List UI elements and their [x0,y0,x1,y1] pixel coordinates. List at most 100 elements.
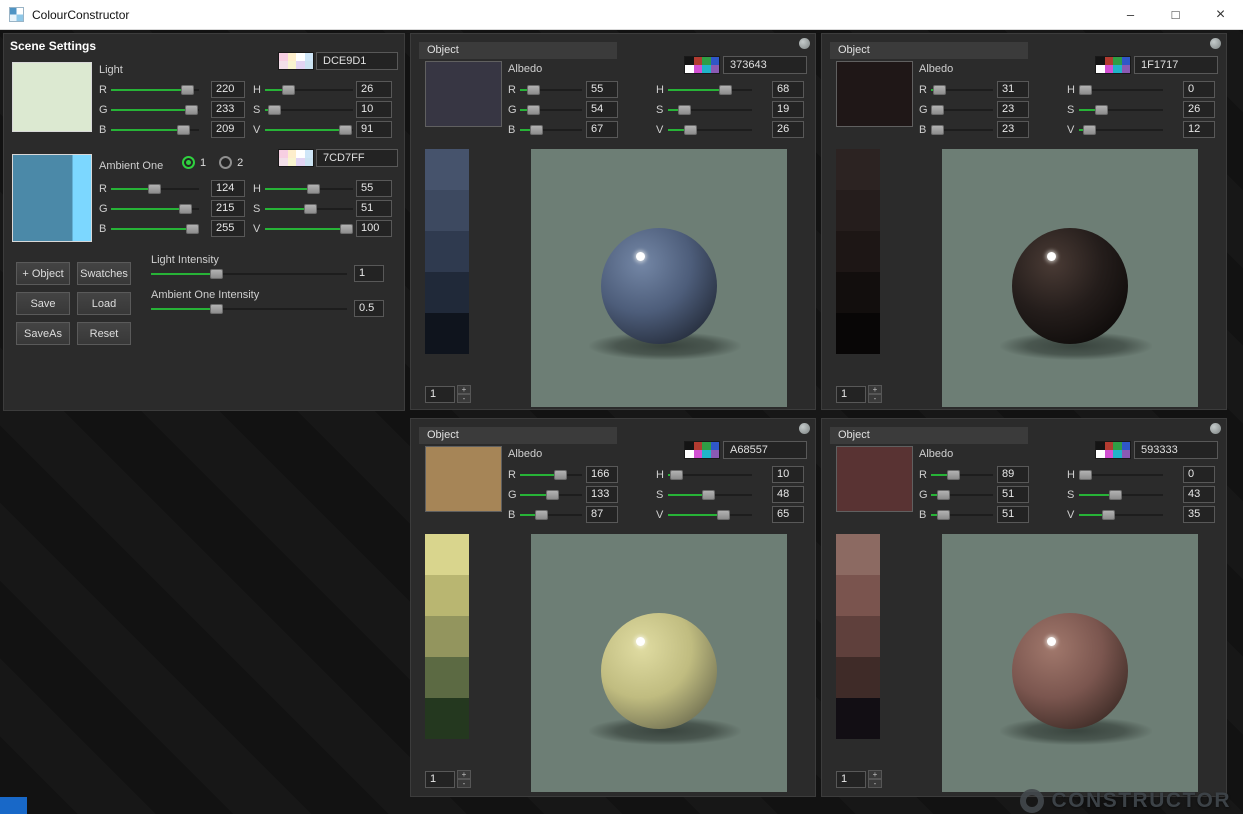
albedo-v-value[interactable]: 26 [772,121,804,138]
titlebar[interactable]: ColourConstructor – □ × [0,0,1243,30]
ambient-v-value[interactable]: 100 [356,220,392,237]
albedo-g-slider[interactable] [520,103,582,117]
light-b-value[interactable]: 209 [211,121,245,138]
light-g-value[interactable]: 233 [211,101,245,118]
panel-indicator-circle[interactable] [1210,423,1221,434]
slider-thumb[interactable] [684,125,697,135]
ambient-color-swatch[interactable] [12,154,92,242]
albedo-palette-icon[interactable] [684,441,720,459]
scale-decrement-button[interactable]: - [457,779,471,788]
slider-thumb[interactable] [1095,105,1108,115]
slider-thumb[interactable] [1079,85,1092,95]
shade-swatch[interactable] [836,698,880,739]
shade-swatch[interactable] [836,272,880,313]
shade-swatch[interactable] [425,575,469,616]
panel-indicator-circle[interactable] [1210,38,1221,49]
shade-swatch[interactable] [425,534,469,575]
albedo-hex-value[interactable]: 1F1717 [1134,56,1218,74]
slider-thumb[interactable] [702,490,715,500]
ambient-r-slider[interactable] [111,182,199,196]
albedo-s-slider[interactable] [1079,103,1163,117]
shade-swatch[interactable] [425,616,469,657]
albedo-g-value[interactable]: 54 [586,101,618,118]
slider-thumb[interactable] [717,510,730,520]
scale-value[interactable]: 1 [425,386,455,403]
light-palette-icon[interactable] [278,52,314,70]
light-color-swatch[interactable] [12,62,92,132]
ambient-intensity-value[interactable]: 0.5 [354,300,384,317]
slider-thumb[interactable] [546,490,559,500]
albedo-v-value[interactable]: 35 [1183,506,1215,523]
albedo-s-value[interactable]: 26 [1183,101,1215,118]
ambient-b-slider[interactable] [111,222,199,236]
ambient-v-slider[interactable] [265,222,353,236]
slider-thumb[interactable] [210,269,223,279]
albedo-v-slider[interactable] [1079,508,1163,522]
slider-thumb[interactable] [186,224,199,234]
albedo-palette-icon[interactable] [1095,56,1131,74]
albedo-r-slider[interactable] [931,468,993,482]
slider-thumb[interactable] [554,470,567,480]
slider-thumb[interactable] [527,105,540,115]
albedo-b-slider[interactable] [520,508,582,522]
slider-thumb[interactable] [177,125,190,135]
albedo-b-value[interactable]: 87 [586,506,618,523]
slider-thumb[interactable] [937,510,950,520]
light-h-value[interactable]: 26 [356,81,392,98]
shade-swatch[interactable] [425,657,469,698]
slider-thumb[interactable] [1102,510,1115,520]
albedo-s-value[interactable]: 48 [772,486,804,503]
ambient-s-value[interactable]: 51 [356,200,392,217]
scale-decrement-button[interactable]: - [868,394,882,403]
shade-swatch[interactable] [836,575,880,616]
albedo-h-value[interactable]: 0 [1183,81,1215,98]
albedo-b-value[interactable]: 67 [586,121,618,138]
shade-swatch[interactable] [836,657,880,698]
albedo-palette-icon[interactable] [684,56,720,74]
shade-swatch[interactable] [836,149,880,190]
albedo-h-value[interactable]: 0 [1183,466,1215,483]
albedo-r-value[interactable]: 166 [586,466,618,483]
albedo-swatch[interactable] [836,61,913,127]
shade-swatch[interactable] [836,231,880,272]
saveas-button[interactable]: SaveAs [16,322,70,345]
albedo-g-value[interactable]: 51 [997,486,1029,503]
albedo-r-value[interactable]: 89 [997,466,1029,483]
shade-swatch[interactable] [425,149,469,190]
slider-thumb[interactable] [210,304,223,314]
slider-thumb[interactable] [535,510,548,520]
slider-thumb[interactable] [148,184,161,194]
shade-swatch[interactable] [425,698,469,739]
ambient-radio-1[interactable] [182,156,195,169]
save-button[interactable]: Save [16,292,70,315]
slider-thumb[interactable] [181,85,194,95]
albedo-swatch[interactable] [425,446,502,512]
slider-thumb[interactable] [268,105,281,115]
albedo-swatch[interactable] [836,446,913,512]
albedo-s-slider[interactable] [668,488,752,502]
albedo-swatch[interactable] [425,61,502,127]
ambient-hex-value[interactable]: 7CD7FF [316,149,398,167]
reset-button[interactable]: Reset [77,322,131,345]
albedo-b-slider[interactable] [520,123,582,137]
albedo-h-slider[interactable] [1079,468,1163,482]
albedo-b-slider[interactable] [931,123,993,137]
albedo-hex-value[interactable]: A68557 [723,441,807,459]
scale-increment-button[interactable]: + [457,385,471,394]
minimize-button[interactable]: – [1108,0,1153,29]
shade-swatch[interactable] [425,190,469,231]
albedo-v-slider[interactable] [668,123,752,137]
albedo-v-value[interactable]: 65 [772,506,804,523]
ambient-b-value[interactable]: 255 [211,220,245,237]
slider-thumb[interactable] [185,105,198,115]
slider-thumb[interactable] [339,125,352,135]
scale-value[interactable]: 1 [836,771,866,788]
shade-swatch[interactable] [836,534,880,575]
albedo-hex-value[interactable]: 593333 [1134,441,1218,459]
slider-thumb[interactable] [340,224,353,234]
add-object-button[interactable]: + Object [16,262,70,285]
scale-increment-button[interactable]: + [868,385,882,394]
ambient-g-slider[interactable] [111,202,199,216]
slider-thumb[interactable] [931,125,944,135]
albedo-r-value[interactable]: 55 [586,81,618,98]
